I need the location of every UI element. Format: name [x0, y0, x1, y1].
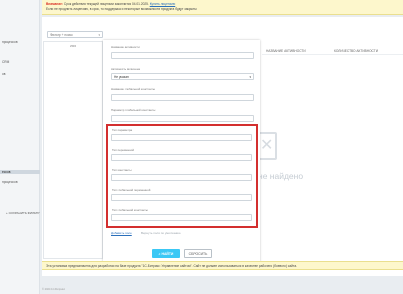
reset-button[interactable]: СБРОСИТЬ [184, 249, 212, 258]
dev-notice-bar: Эта установка предназначена для разработ… [42, 261, 403, 270]
warning-label: Внимание: [46, 2, 63, 6]
field-label: Тип переменной [112, 148, 135, 152]
global-constant-type-input[interactable] [111, 214, 252, 221]
filter-search[interactable]: ▾ [47, 31, 103, 38]
search-input[interactable] [50, 33, 94, 37]
sidebar-item[interactable]: процессов [2, 180, 18, 184]
chevron-down-icon: ▾ [249, 75, 251, 79]
search-icon: ⌕ [158, 251, 161, 256]
empty-state-text: не найдено [258, 171, 304, 181]
variable-type-input[interactable] [111, 154, 252, 161]
field-label: Активность включена [111, 67, 140, 71]
sidebar-item-active[interactable]: ессов [0, 170, 40, 174]
list-header: ИМЯ [69, 44, 77, 48]
add-field-link[interactable]: Добавить поле [111, 231, 132, 235]
license-warning: Внимание: Срок действия текущей лицензии… [42, 0, 403, 15]
field-label: Название активности [111, 45, 140, 49]
buy-license-link[interactable]: Купить лицензию [150, 2, 176, 6]
saved-filters-panel: ИМЯ [43, 41, 103, 259]
warning-text: Срок действия текущей лицензии закончитс… [63, 2, 149, 6]
select-value: Не указан [114, 75, 129, 79]
left-sidebar: процессов CRM ов ессов процессов [0, 0, 40, 294]
activity-name-input[interactable] [111, 52, 254, 59]
global-constant-param-input[interactable] [111, 115, 254, 122]
find-button-label: НАЙТИ [161, 251, 174, 256]
sidebar-item[interactable]: процессов [2, 40, 18, 44]
table-header: НАЗВАНИЕ АКТИВНОСТИ КОЛИЧЕСТВО АКТИВНОСТ… [262, 48, 403, 55]
global-variable-type-input[interactable] [111, 194, 252, 201]
field-label: Тип параметра [112, 128, 133, 132]
sidebar-item[interactable]: ов [2, 72, 5, 76]
activity-enabled-select[interactable]: Не указан ▾ [111, 73, 254, 80]
dev-notice-text: Эта установка предназначена для разработ… [46, 264, 297, 268]
find-button[interactable]: ⌕ НАЙТИ [152, 249, 180, 258]
constant-type-input[interactable] [111, 174, 252, 181]
field-label: Тип глобальной переменной [112, 188, 151, 192]
warning-text-2: Если не продлить лицензию, в срок, то по… [46, 6, 197, 11]
global-constant-name-input[interactable] [111, 94, 254, 101]
reset-button-label: СБРОСИТЬ [188, 251, 208, 256]
parameter-type-input[interactable] [111, 134, 252, 141]
chevron-down-icon[interactable]: ▾ [98, 33, 100, 37]
restore-default-fields-link[interactable]: Вернуть поля по умолчанию [141, 231, 180, 235]
sidebar-item-crm[interactable]: CRM [2, 60, 9, 64]
column-header-count[interactable]: КОЛИЧЕСТВО АКТИВНОСТИ [334, 49, 378, 53]
field-label: Тип глобальной константы [112, 208, 148, 212]
field-label: Параметр глобальной константы [111, 108, 156, 112]
column-header-name[interactable]: НАЗВАНИЕ АКТИВНОСТИ [266, 49, 306, 53]
footer: © 2024 1С-Битрикс [42, 288, 65, 291]
field-label: Название глобальной константы [111, 87, 155, 91]
field-label: Тип константы [112, 168, 132, 172]
cross-icon: ✕ [260, 137, 274, 154]
save-filter-button[interactable]: + СОХРАНИТЬ ФИЛЬТР [6, 211, 40, 215]
